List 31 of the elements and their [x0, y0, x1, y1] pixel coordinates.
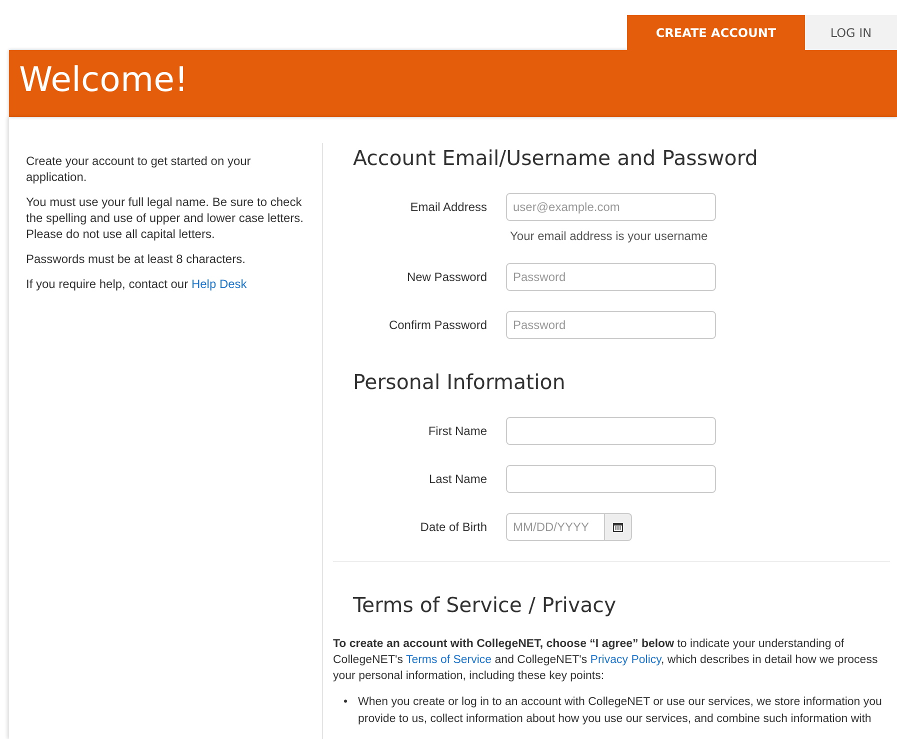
section-heading: Account Email/Username and Password — [353, 145, 758, 172]
info-text: Create your account to get started on your application. — [26, 153, 252, 185]
bullet-marker: • — [342, 695, 349, 710]
input-field[interactable]: Password — [506, 263, 716, 291]
field-label: Email Address — [410, 199, 487, 216]
input-field[interactable]: Password — [506, 311, 716, 339]
calendar-button[interactable] — [605, 513, 632, 541]
help-desk-link[interactable]: Help Desk — [191, 277, 247, 291]
page-title: Welcome! — [19, 59, 188, 102]
policy-link[interactable]: Privacy Policy — [590, 654, 662, 666]
field-label: Confirm Password — [388, 317, 487, 334]
input-field[interactable] — [506, 417, 716, 445]
info-text: You must use your full legal name. Be sure to check the spelling and use of upper and lower case letters. Please do not use all capital letters. — [26, 194, 305, 242]
section-heading: Personal Information — [353, 369, 566, 396]
input-field[interactable] — [506, 465, 716, 493]
date-field[interactable]: MM/DD/YYYY — [506, 513, 605, 541]
field-label: Last Name — [428, 471, 487, 488]
info-text: If you require help, contact our Help Desk — [26, 276, 248, 292]
info-text: Passwords must be at least 8 characters. — [26, 251, 246, 267]
help-text: Your email address is your username — [510, 229, 709, 243]
tab[interactable]: CREATE ACCOUNT — [627, 15, 805, 50]
tab[interactable]: LOG IN — [805, 15, 897, 50]
bullet-text: When you create or log in to an account with CollegeNET or use our services, we store information you provide to us, collect information about how you use our services, and combine such information with — [358, 695, 883, 727]
field-label: Date of Birth — [420, 519, 487, 536]
field-label: First Name — [428, 423, 487, 440]
calendar-icon — [613, 522, 623, 532]
field-label: New Password — [406, 269, 487, 286]
terms-text: To create an account with CollegeNET, choose “I agree” below to indicate your understanding of CollegeNET's Terms of Service and CollegeNET's Privacy Policy, which describes in detail how we process your personal information, including these key points: — [333, 637, 879, 684]
section-heading: Terms of Service / Privacy — [353, 592, 616, 619]
policy-link[interactable]: Terms of Service — [406, 654, 492, 666]
input-field[interactable]: user@example.com — [506, 193, 716, 221]
